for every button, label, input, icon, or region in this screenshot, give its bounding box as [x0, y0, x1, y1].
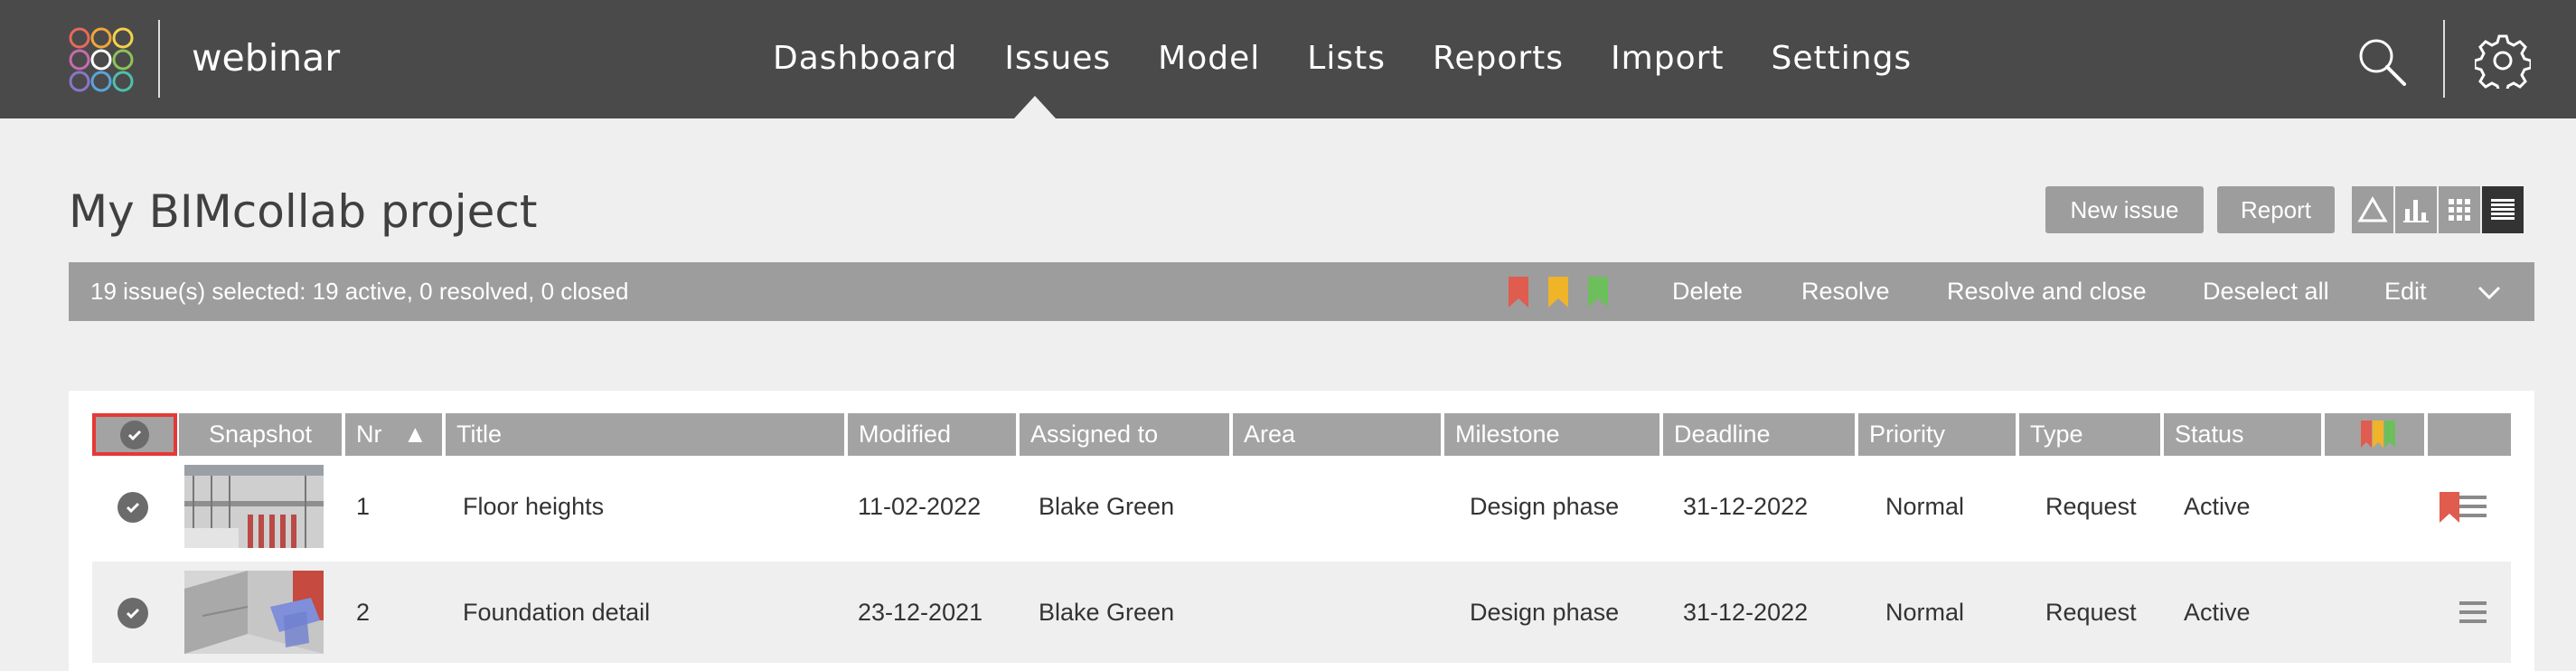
resolve-button[interactable]: Resolve: [1801, 262, 1890, 321]
issue-assigned: Blake Green: [1039, 599, 1175, 626]
column-modified[interactable]: Modified: [848, 413, 1016, 456]
column-milestone[interactable]: Milestone: [1444, 413, 1659, 456]
column-assigned-to[interactable]: Assigned to: [1020, 413, 1229, 456]
issue-type: Request: [2045, 493, 2137, 520]
resolve-and-close-button[interactable]: Resolve and close: [1947, 262, 2147, 321]
issue-deadline: 31-12-2022: [1683, 599, 1809, 626]
checkmark-icon: [120, 420, 149, 449]
column-deadline[interactable]: Deadline: [1663, 413, 1855, 456]
row-checkbox[interactable]: [118, 598, 148, 628]
column-area[interactable]: Area: [1233, 413, 1441, 456]
issue-milestone: Design phase: [1470, 493, 1620, 520]
column-actions: [2428, 413, 2511, 456]
column-snapshot[interactable]: Snapshot: [179, 413, 342, 456]
issue-priority: Normal: [1885, 599, 1965, 626]
nav-lists[interactable]: Lists: [1283, 36, 1409, 81]
issue-status: Active: [2184, 599, 2251, 626]
edit-button[interactable]: Edit: [2384, 262, 2427, 321]
list-view-icon[interactable]: [2482, 186, 2524, 233]
view-switcher: [2352, 186, 2524, 233]
nav-import[interactable]: Import: [1587, 36, 1747, 81]
grid-view-icon[interactable]: [2439, 186, 2480, 233]
column-nr-label: Nr: [356, 421, 382, 448]
bimcollab-logo-icon[interactable]: [69, 27, 134, 92]
delete-button[interactable]: Delete: [1672, 262, 1743, 321]
issue-modified: 11-02-2022: [858, 493, 982, 520]
nav-divider: [2443, 20, 2445, 98]
row-checkbox[interactable]: [118, 492, 148, 523]
search-icon[interactable]: [2355, 34, 2409, 89]
bar-chart-icon[interactable]: [2395, 186, 2437, 233]
issue-priority: Normal: [1885, 493, 1965, 520]
page-title: My BIMcollab project: [69, 185, 538, 238]
issue-modified: 23-12-2021: [858, 599, 983, 626]
gear-icon[interactable]: [2475, 33, 2531, 89]
selection-summary: 19 issue(s) selected: 19 active, 0 resol…: [90, 278, 629, 305]
issue-type: Request: [2045, 599, 2137, 626]
selection-bar: 19 issue(s) selected: 19 active, 0 resol…: [69, 262, 2534, 321]
red-flag-icon[interactable]: [2440, 492, 2459, 523]
column-type[interactable]: Type: [2019, 413, 2160, 456]
issue-title[interactable]: Foundation detail: [463, 562, 650, 663]
yellow-flag-icon[interactable]: [1548, 277, 1568, 307]
red-flag-icon[interactable]: [1509, 277, 1528, 307]
column-title[interactable]: Title: [446, 413, 844, 456]
triangle-view-icon[interactable]: [2352, 186, 2393, 233]
issues-table: Snapshot Nr ▲ Title Modified Assigned to…: [69, 391, 2534, 671]
issue-title[interactable]: Floor heights: [463, 456, 604, 557]
project-name[interactable]: webinar: [192, 36, 340, 80]
main-nav: Dashboard Issues Model Lists Reports Imp…: [773, 36, 1935, 81]
issue-status: Active: [2184, 493, 2251, 520]
logo-divider: [158, 20, 160, 98]
column-priority[interactable]: Priority: [1858, 413, 2016, 456]
issue-number: 1: [356, 493, 371, 520]
deselect-all-button[interactable]: Deselect all: [2203, 262, 2329, 321]
sort-ascending-icon: ▲: [403, 421, 428, 448]
chevron-down-icon[interactable]: [2476, 279, 2503, 306]
nav-model[interactable]: Model: [1134, 36, 1283, 81]
green-flag-icon[interactable]: [1588, 277, 1608, 307]
hamburger-menu-icon[interactable]: [2459, 600, 2487, 625]
new-issue-button[interactable]: New issue: [2045, 186, 2204, 233]
nav-issues[interactable]: Issues: [981, 36, 1134, 81]
issue-number: 2: [356, 599, 371, 626]
nav-reports[interactable]: Reports: [1409, 36, 1587, 81]
issue-assigned: Blake Green: [1039, 493, 1175, 520]
hamburger-menu-icon[interactable]: [2459, 494, 2487, 519]
top-navbar: webinar Dashboard Issues Model Lists Rep…: [0, 0, 2576, 118]
multi-flag-icon: [2361, 421, 2395, 448]
snapshot-thumbnail[interactable]: [184, 465, 324, 548]
table-row[interactable]: 1 Floor heights 11-02-2022 Blake Green D…: [92, 456, 2511, 557]
issue-deadline: 31-12-2022: [1683, 493, 1809, 520]
nav-settings[interactable]: Settings: [1748, 36, 1936, 81]
column-flag[interactable]: [2325, 413, 2424, 456]
issue-milestone: Design phase: [1470, 599, 1620, 626]
snapshot-thumbnail[interactable]: [184, 571, 324, 654]
column-nr[interactable]: Nr ▲: [345, 413, 442, 456]
select-all-checkbox[interactable]: [92, 413, 177, 456]
table-row[interactable]: 2 Foundation detail 23-12-2021 Blake Gre…: [92, 562, 2511, 663]
column-status[interactable]: Status: [2164, 413, 2321, 456]
active-nav-indicator: [1014, 96, 1056, 118]
nav-dashboard[interactable]: Dashboard: [773, 36, 981, 81]
report-button[interactable]: Report: [2217, 186, 2335, 233]
